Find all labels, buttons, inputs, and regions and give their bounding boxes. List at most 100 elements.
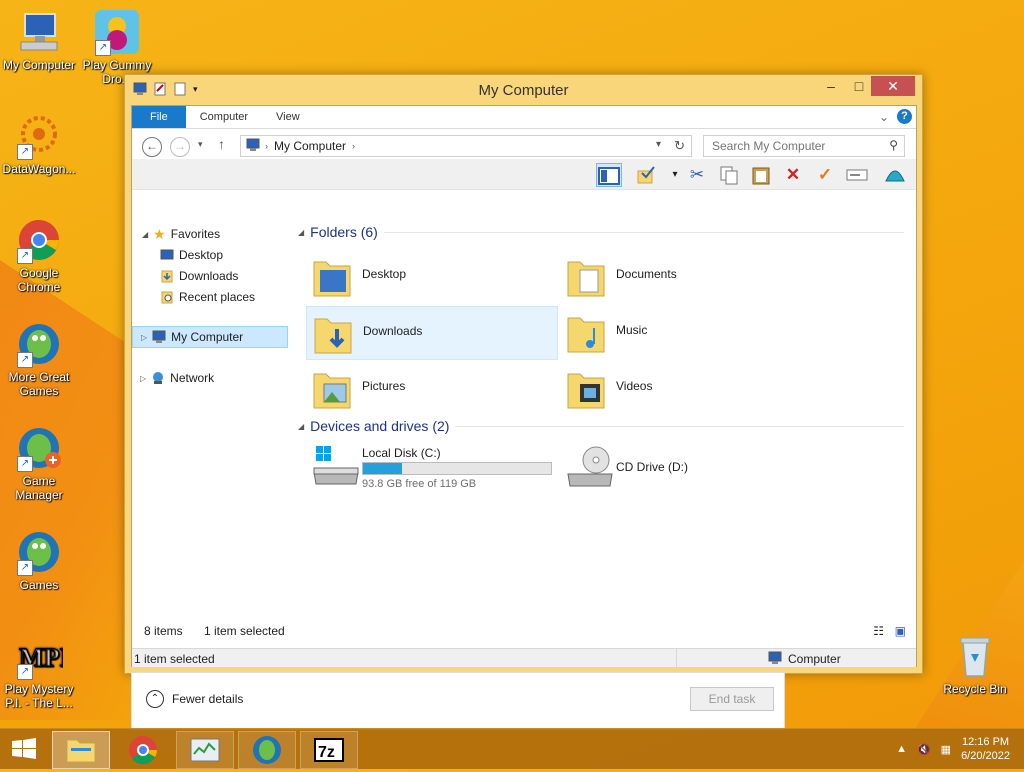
rename-icon[interactable]: [844, 163, 870, 187]
folder-videos[interactable]: Videos: [560, 362, 810, 414]
game-mascot-icon: [253, 736, 281, 764]
large-icons-view-icon[interactable]: ▣: [895, 624, 906, 638]
title-bar[interactable]: ▾ My Computer – □ ✕: [125, 75, 922, 105]
task-manager-icon: [190, 738, 220, 762]
taskbar-7zip[interactable]: 7z: [300, 731, 358, 769]
details-view-icon[interactable]: ☷: [873, 624, 884, 638]
volume-muted-icon[interactable]: 🔇: [917, 743, 931, 756]
desktop-icon-recycle-bin[interactable]: Recycle Bin: [936, 632, 1014, 696]
nav-my-computer[interactable]: ▷ My Computer: [132, 326, 288, 348]
taskbar-chrome[interactable]: [114, 731, 172, 769]
taskbar-task-manager[interactable]: [176, 731, 234, 769]
tab-computer[interactable]: Computer: [186, 106, 262, 128]
desktop-icon-game-manager[interactable]: ↗ Game Manager: [0, 424, 78, 502]
recent-locations-icon[interactable]: ▾: [198, 139, 203, 150]
folder-music[interactable]: Music: [560, 306, 810, 358]
svg-text:7z: 7z: [318, 744, 335, 761]
7zip-icon: 7z: [314, 738, 344, 762]
desktop-icon-datawagon[interactable]: ↗ DataWagon...: [0, 112, 78, 176]
window-title: My Computer: [478, 82, 569, 99]
clock-date: 6/20/2022: [961, 750, 1010, 762]
end-task-button[interactable]: End task: [690, 687, 774, 711]
music-folder-icon: [566, 310, 606, 354]
address-bar[interactable]: › My Computer › ▾ ↻: [240, 135, 692, 157]
tab-view[interactable]: View: [262, 106, 314, 128]
up-button[interactable]: ↑: [218, 136, 225, 152]
clock-time: 12:16 PM: [961, 736, 1010, 748]
content-pane: ◢ Folders (6) Desktop Documents Download…: [298, 218, 910, 638]
taskbar-file-explorer[interactable]: [52, 731, 110, 769]
delete-icon[interactable]: ✕: [780, 163, 806, 187]
desktop-folder-icon: [312, 254, 352, 298]
folders-group-header[interactable]: ◢ Folders (6): [298, 224, 904, 240]
fewer-details-link[interactable]: ⌃ Fewer details: [146, 690, 243, 708]
taskbar-games[interactable]: [238, 731, 296, 769]
desktop-icon-play-mystery-pi[interactable]: MPI ↗ Play Mystery P.I. - The L...: [0, 632, 78, 711]
expand-arrow-icon[interactable]: ◢: [142, 230, 148, 239]
shortcut-arrow-icon: ↗: [17, 664, 33, 680]
bottom-status-bar: 1 item selected Computer: [132, 648, 916, 667]
devices-group-header[interactable]: ◢ Devices and drives (2): [298, 418, 904, 434]
collapse-arrow-icon[interactable]: ◢: [298, 422, 304, 431]
nav-downloads[interactable]: Downloads: [160, 266, 238, 286]
desktop-icon-games[interactable]: ↗ Games: [0, 528, 78, 592]
chrome-icon: [129, 736, 157, 765]
chevron-down-icon[interactable]: ▾: [656, 139, 661, 150]
gummy-drop-icon: ↗: [93, 8, 141, 56]
windows-logo-icon: [12, 738, 36, 759]
paste-icon[interactable]: [748, 163, 774, 187]
folder-desktop[interactable]: Desktop: [306, 250, 556, 302]
desktop-icon-more-great-games[interactable]: ↗ More Great Games: [0, 320, 78, 398]
pictures-folder-icon: [312, 366, 352, 410]
computer-icon: [152, 330, 166, 344]
chevron-right-icon[interactable]: ›: [352, 141, 355, 151]
address-row: ← → ▾ ↑ › My Computer › ▾ ↻ ⚲: [132, 129, 916, 159]
desktop-icon-my-computer[interactable]: My Computer: [0, 8, 78, 72]
start-button[interactable]: [0, 729, 48, 769]
item-count: 8 items: [144, 624, 183, 638]
cd-drive-icon: [566, 444, 613, 488]
drive-c-name: Local Disk (C:): [362, 446, 441, 460]
expand-ribbon-icon[interactable]: ⌄: [879, 110, 889, 124]
chrome-icon: ↗: [15, 216, 63, 264]
expand-arrow-icon[interactable]: ▷: [141, 333, 147, 342]
preview-pane-button[interactable]: [596, 163, 622, 187]
nav-desktop[interactable]: Desktop: [160, 245, 223, 265]
nav-favorites[interactable]: ◢ ★ Favorites: [142, 224, 220, 244]
nav-recent-places[interactable]: Recent places: [160, 287, 255, 307]
network-status-icon[interactable]: ▦: [941, 743, 951, 756]
game-manager-icon: ↗: [15, 424, 63, 472]
show-hidden-icons-icon[interactable]: ▲: [896, 743, 907, 755]
minimize-button[interactable]: –: [817, 76, 845, 96]
drive-c-usage-bar: [362, 462, 552, 475]
downloads-folder-icon: [313, 311, 353, 355]
shell-icon[interactable]: [882, 163, 908, 187]
clock[interactable]: 12:16 PM 6/20/2022: [961, 735, 1010, 763]
tab-file[interactable]: File: [132, 106, 186, 128]
copy-icon[interactable]: [716, 163, 742, 187]
collapse-arrow-icon[interactable]: ◢: [298, 228, 304, 237]
maximize-button[interactable]: □: [845, 76, 873, 96]
desktop-icon-google-chrome[interactable]: ↗ Google Chrome: [0, 216, 78, 294]
cut-icon[interactable]: ✂: [684, 163, 710, 187]
search-input[interactable]: [710, 136, 884, 156]
folder-pictures[interactable]: Pictures: [306, 362, 556, 414]
properties-folder-icon[interactable]: [634, 163, 660, 187]
group-divider: [455, 425, 904, 427]
search-box[interactable]: ⚲: [703, 135, 905, 157]
check-icon[interactable]: ✓: [812, 163, 838, 187]
expand-arrow-icon[interactable]: ▷: [140, 374, 146, 383]
recycle-bin-icon: [951, 632, 999, 680]
help-icon[interactable]: ?: [897, 109, 912, 124]
folder-downloads[interactable]: Downloads: [306, 306, 558, 360]
drive-c-usage-fill: [363, 463, 403, 474]
forward-button[interactable]: →: [170, 137, 190, 157]
folder-documents[interactable]: Documents: [560, 250, 810, 302]
back-button[interactable]: ←: [142, 137, 162, 157]
refresh-icon[interactable]: ↻: [674, 138, 685, 154]
close-button[interactable]: ✕: [871, 76, 915, 96]
taskbar: 7z ▲ 🔇 ▦ 12:16 PM 6/20/2022: [0, 728, 1024, 769]
drive-local-disk-c[interactable]: Local Disk (C:) 93.8 GB free of 119 GB: [306, 440, 556, 496]
nav-network[interactable]: ▷ Network: [140, 368, 214, 388]
drive-cd-d[interactable]: CD Drive (D:): [560, 440, 810, 496]
